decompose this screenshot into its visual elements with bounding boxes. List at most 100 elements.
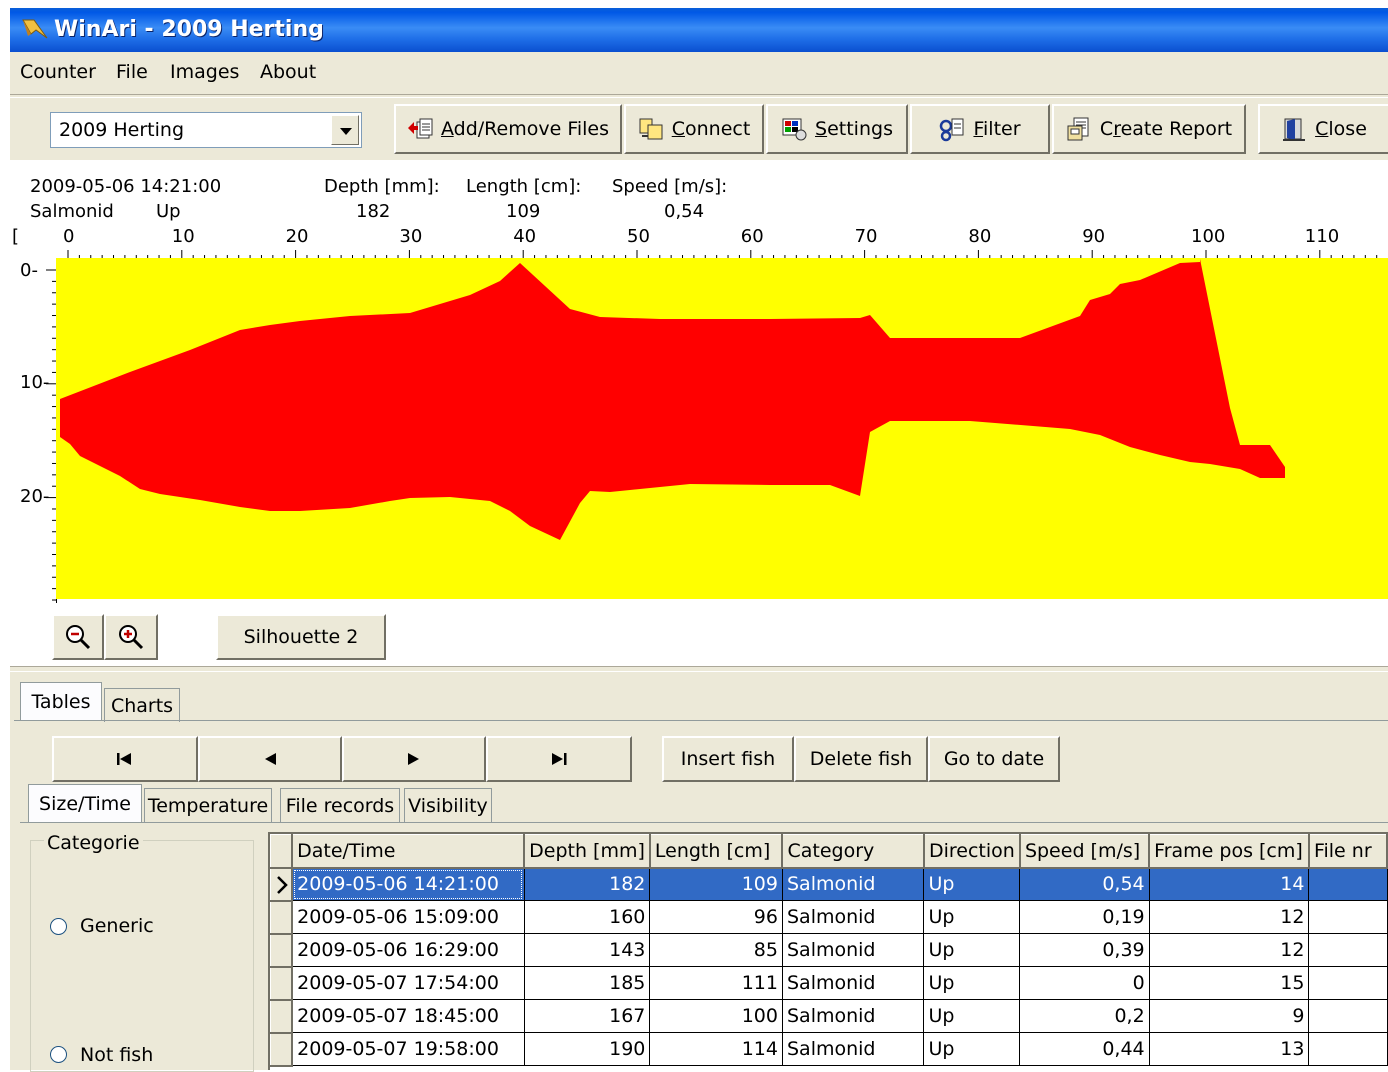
column-header-frame-pos[interactable]: Frame pos [cm]	[1148, 834, 1310, 869]
table-cell[interactable]: Up	[923, 900, 1021, 934]
table-cell[interactable]: 160	[523, 900, 651, 934]
insert-fish-button[interactable]: Insert fish	[662, 736, 794, 782]
radio-generic-label[interactable]: Generic	[80, 915, 154, 937]
radio-not-fish-label[interactable]: Not fish	[80, 1044, 153, 1066]
create-report-button[interactable]: Create Report	[1052, 104, 1246, 154]
connect-button[interactable]: Connect	[624, 104, 764, 154]
table-cell[interactable]: 85	[649, 933, 783, 967]
table-cell[interactable]: Salmonid	[781, 933, 925, 967]
table-cell[interactable]: 0,44	[1019, 1032, 1150, 1066]
settings-button[interactable]: Settings	[766, 104, 908, 154]
table-cell[interactable]: 111	[649, 966, 783, 1000]
table-cell[interactable]: 0,54	[1019, 867, 1150, 901]
table-cell[interactable]: 0,19	[1019, 900, 1150, 934]
column-header-depth[interactable]: Depth [mm]	[523, 834, 651, 869]
table-cell[interactable]	[1308, 933, 1388, 967]
tab-file-records[interactable]: File records	[280, 788, 400, 822]
table-cell[interactable]	[1308, 966, 1388, 1000]
radio-generic[interactable]	[50, 918, 67, 935]
row-indicator[interactable]	[270, 1032, 294, 1067]
table-cell[interactable]: 167	[523, 999, 651, 1033]
table-cell[interactable]: 2009-05-07 17:54:00	[291, 966, 525, 1000]
table-cell[interactable]: 12	[1148, 900, 1310, 934]
table-cell[interactable]	[1308, 1032, 1388, 1066]
silhouette-toggle-button[interactable]: Silhouette 2	[216, 614, 386, 660]
last-record-button[interactable]	[486, 736, 632, 782]
table-cell[interactable]: Salmonid	[781, 1032, 925, 1066]
table-cell[interactable]: 2009-05-07 19:58:00	[291, 1032, 525, 1066]
dropdown-arrow-icon[interactable]	[331, 115, 359, 145]
table-cell[interactable]: 0,2	[1019, 999, 1150, 1033]
zoom-in-button[interactable]	[104, 614, 158, 660]
fish-records-grid[interactable]: Date/Time Depth [mm] Length [cm] Categor…	[268, 832, 1388, 1070]
menu-file[interactable]: File	[116, 61, 148, 83]
row-indicator[interactable]	[270, 999, 294, 1034]
table-cell[interactable]: 100	[649, 999, 783, 1033]
close-button[interactable]: Close	[1258, 104, 1388, 154]
tab-tables[interactable]: Tables	[20, 682, 102, 720]
tab-size-time[interactable]: Size/Time	[28, 784, 142, 822]
table-cell[interactable]	[1308, 900, 1388, 934]
table-cell[interactable]: Up	[923, 1032, 1021, 1066]
table-cell[interactable]: 14	[1148, 867, 1310, 901]
table-cell[interactable]: 114	[649, 1032, 783, 1066]
table-cell[interactable]: 2009-05-06 15:09:00	[291, 900, 525, 934]
column-header-direction[interactable]: Direction	[923, 834, 1021, 869]
table-cell[interactable]: Up	[923, 999, 1021, 1033]
next-record-button[interactable]	[342, 736, 486, 782]
tab-temperature[interactable]: Temperature	[144, 788, 272, 822]
table-row[interactable]: 2009-05-07 17:54:00 185 111 Salmonid Up 0 15	[270, 966, 1388, 1001]
table-row[interactable]: 2009-05-06 14:21:00 182 109 Salmonid Up 0,54 1…	[270, 867, 1388, 902]
table-cell[interactable]: 2009-05-06 16:29:00	[291, 933, 525, 967]
row-indicator[interactable]	[270, 867, 294, 902]
table-cell[interactable]: 13	[1148, 1032, 1310, 1066]
table-cell[interactable]: Salmonid	[781, 999, 925, 1033]
tab-visibility[interactable]: Visibility	[404, 788, 492, 822]
row-indicator[interactable]	[270, 900, 294, 935]
table-cell[interactable]: 12	[1148, 933, 1310, 967]
table-cell[interactable]: 143	[523, 933, 651, 967]
table-cell[interactable]: 15	[1148, 966, 1310, 1000]
table-cell[interactable]: 9	[1148, 999, 1310, 1033]
column-header-datetime[interactable]: Date/Time	[291, 834, 526, 869]
table-row[interactable]: 2009-05-06 16:29:00 143 85 Salmonid Up 0,39 12	[270, 933, 1388, 968]
delete-fish-button[interactable]: Delete fish	[794, 736, 928, 782]
column-header-speed[interactable]: Speed [m/s]	[1019, 834, 1151, 869]
previous-record-button[interactable]	[198, 736, 342, 782]
table-cell[interactable]	[1308, 867, 1388, 901]
column-header-file-nr[interactable]: File nr	[1308, 834, 1388, 869]
table-cell[interactable]: 109	[649, 867, 783, 901]
first-record-button[interactable]	[52, 736, 198, 782]
table-cell[interactable]: Salmonid	[781, 900, 925, 934]
table-cell[interactable]: 2009-05-06 14:21:00	[291, 867, 525, 901]
table-cell[interactable]: 185	[523, 966, 651, 1000]
menu-counter[interactable]: Counter	[20, 61, 96, 83]
panel-splitter[interactable]	[10, 666, 1388, 672]
table-cell[interactable]: 96	[649, 900, 783, 934]
dataset-select[interactable]: 2009 Herting	[50, 112, 362, 148]
filter-button[interactable]: Filter	[910, 104, 1050, 154]
table-cell[interactable]: 0,39	[1019, 933, 1150, 967]
table-cell[interactable]: Up	[923, 933, 1021, 967]
table-cell[interactable]: Salmonid	[781, 966, 925, 1000]
table-cell[interactable]: Up	[923, 966, 1021, 1000]
tab-charts[interactable]: Charts	[104, 688, 180, 722]
table-row[interactable]: 2009-05-06 15:09:00 160 96 Salmonid Up 0,19 12	[270, 900, 1388, 935]
add-remove-files-button[interactable]: Add/Remove Files	[394, 104, 622, 154]
table-cell[interactable]: 0	[1019, 966, 1150, 1000]
table-cell[interactable]: Salmonid	[781, 867, 925, 901]
radio-not-fish[interactable]	[50, 1046, 67, 1063]
go-to-date-button[interactable]: Go to date	[928, 736, 1060, 782]
table-cell[interactable]	[1308, 999, 1388, 1033]
zoom-out-button[interactable]	[52, 614, 104, 660]
menu-images[interactable]: Images	[170, 61, 239, 83]
table-row[interactable]: 2009-05-07 19:58:00 190 114 Salmonid Up 0,44 1…	[270, 1032, 1388, 1067]
column-header-category[interactable]: Category	[781, 834, 925, 869]
menu-about[interactable]: About	[260, 61, 316, 83]
table-cell[interactable]: 2009-05-07 18:45:00	[291, 999, 525, 1033]
table-cell[interactable]: 190	[523, 1032, 651, 1066]
row-indicator[interactable]	[270, 966, 294, 1001]
table-cell[interactable]: Up	[923, 867, 1021, 901]
column-header-length[interactable]: Length [cm]	[649, 834, 784, 869]
table-row[interactable]: 2009-05-07 18:45:00 167 100 Salmonid Up 0,2 9	[270, 999, 1388, 1034]
